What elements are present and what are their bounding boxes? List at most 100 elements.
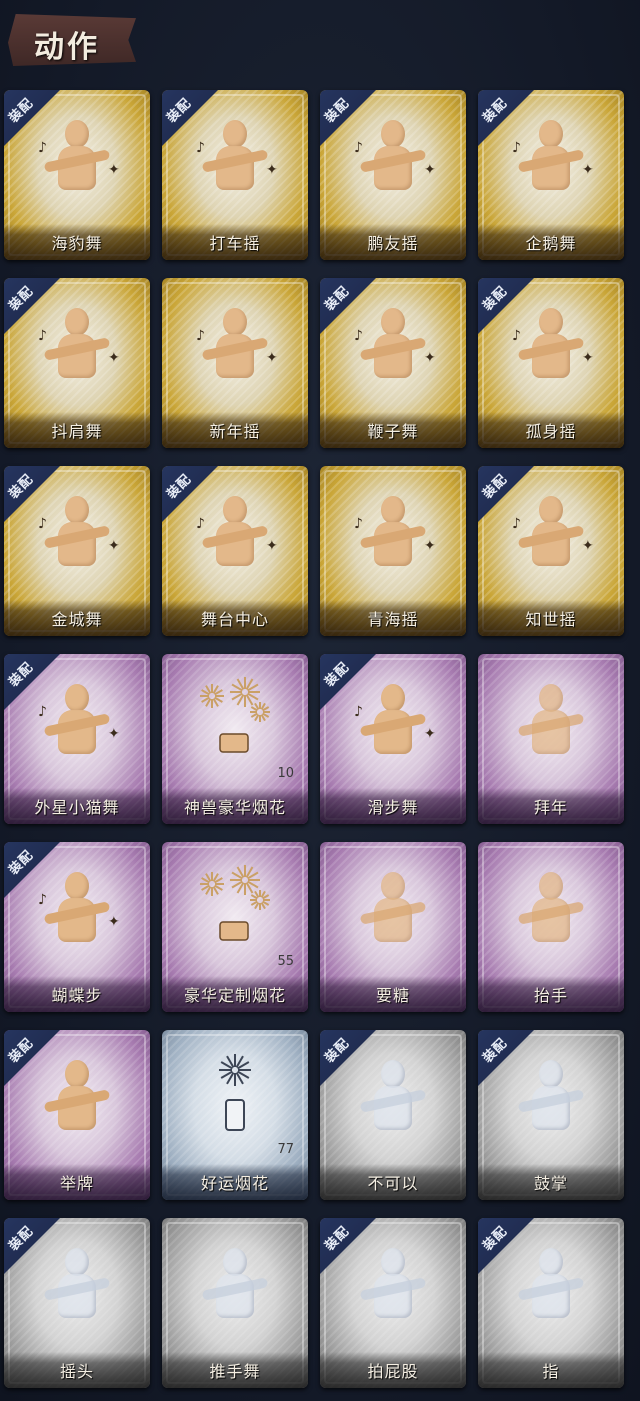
emote-card[interactable]: 装配指 <box>478 1218 624 1388</box>
emote-card[interactable]: 装配 ♪ ✦ 滑步舞 <box>320 654 466 824</box>
dance-figure-icon <box>42 492 112 572</box>
emote-name: 海豹舞 <box>51 234 103 253</box>
emote-name: 推手舞 <box>209 1362 261 1381</box>
item-count: 10 <box>277 766 294 781</box>
sparkle-icon: ✦ <box>108 726 120 742</box>
sparkle-icon: ✦ <box>108 538 120 554</box>
emote-card[interactable]: 装配 拍屁股 <box>320 1218 466 1388</box>
music-note-icon: ♪ <box>38 328 47 344</box>
emote-card[interactable]: 装配 ♪ ✦ 孤身摇 <box>478 278 624 448</box>
music-note-icon: ♪ <box>512 140 521 156</box>
dance-figure-icon <box>358 116 428 196</box>
dance-figure-icon <box>200 116 270 196</box>
emote-card[interactable]: 装配 不可以 <box>320 1030 466 1200</box>
emote-card[interactable]: 装配 举牌 <box>4 1030 150 1200</box>
dance-figure-icon <box>358 1244 428 1324</box>
item-count: 77 <box>277 1142 294 1157</box>
emote-card[interactable]: 装配 ♪ ✦ 金城舞 <box>4 466 150 636</box>
dance-figure-icon <box>200 304 270 384</box>
emote-card[interactable]: 10 神兽豪华烟花 <box>162 654 308 824</box>
emote-name: 抖肩舞 <box>51 422 103 441</box>
music-note-icon: ♪ <box>354 704 363 720</box>
emote-name: 青海摇 <box>367 610 419 629</box>
emote-card[interactable]: 装配 ♪ ✦ 打车摇 <box>162 90 308 260</box>
music-note-icon: ♪ <box>512 516 521 532</box>
dance-figure-icon <box>516 868 586 948</box>
emote-name: 企鹅舞 <box>525 234 577 253</box>
emote-card[interactable]: ♪ ✦ 新年摇 <box>162 278 308 448</box>
dance-figure-icon <box>358 680 428 760</box>
dance-figure-icon <box>42 304 112 384</box>
firework-icon <box>200 865 270 941</box>
music-note-icon: ♪ <box>354 516 363 532</box>
music-note-icon: ♪ <box>196 328 205 344</box>
sparkle-icon: ✦ <box>424 538 436 554</box>
dance-figure-icon <box>200 492 270 572</box>
music-note-icon: ♪ <box>512 328 521 344</box>
sparkle-icon: ✦ <box>266 162 278 178</box>
emote-card[interactable]: ♪ ✦ 青海摇 <box>320 466 466 636</box>
dance-figure-icon <box>358 1056 428 1136</box>
emote-name: 滑步舞 <box>367 798 419 817</box>
emote-card[interactable]: 装配 ♪ ✦ 抖肩舞 <box>4 278 150 448</box>
dance-figure-icon <box>42 868 112 948</box>
sparkle-icon: ✦ <box>424 162 436 178</box>
sparkle-icon: ✦ <box>424 726 436 742</box>
emote-card[interactable]: 装配 ♪ ✦ 知世摇 <box>478 466 624 636</box>
emote-name: 摇头 <box>59 1362 94 1381</box>
emote-name: 神兽豪华烟花 <box>183 798 286 817</box>
emote-name: 鹏友摇 <box>367 234 419 253</box>
emote-card[interactable]: 装配 ♪ ✦ 舞台中心 <box>162 466 308 636</box>
emote-card[interactable]: 装配 摇头 <box>4 1218 150 1388</box>
sign-holder-icon <box>42 1056 112 1136</box>
music-note-icon: ♪ <box>38 516 47 532</box>
dance-figure-icon <box>516 1056 586 1136</box>
music-note-icon: ♪ <box>196 516 205 532</box>
emote-name: 拍屁股 <box>367 1362 419 1381</box>
music-note-icon: ♪ <box>354 328 363 344</box>
dance-figure-icon <box>42 116 112 196</box>
emote-name: 拜年 <box>533 798 568 817</box>
page-title: 动作 <box>34 30 100 65</box>
emote-card[interactable]: 装配 ♪ ✦ 外星小猫舞 <box>4 654 150 824</box>
music-note-icon: ♪ <box>38 892 47 908</box>
dance-figure-icon <box>200 1244 270 1324</box>
emote-name: 舞台中心 <box>200 610 269 629</box>
emote-name: 鞭子舞 <box>367 422 419 441</box>
sparkle-icon: ✦ <box>582 538 594 554</box>
emote-card[interactable]: 装配 ♪ ✦ 鹏友摇 <box>320 90 466 260</box>
emote-name: 抬手 <box>533 986 568 1005</box>
sparkle-icon: ✦ <box>108 350 120 366</box>
emote-card[interactable]: 拜年 <box>478 654 624 824</box>
dance-figure-icon <box>42 680 112 760</box>
emote-name: 鼓掌 <box>533 1174 568 1193</box>
dance-figure-icon <box>516 1244 586 1324</box>
sparkle-icon: ✦ <box>582 162 594 178</box>
emote-name: 指 <box>542 1362 560 1381</box>
emote-card[interactable]: 装配 ♪ ✦ 企鹅舞 <box>478 90 624 260</box>
emote-name: 要糖 <box>375 986 410 1005</box>
header: 动作 <box>0 0 640 80</box>
sparkle-icon: ✦ <box>582 350 594 366</box>
music-note-icon: ♪ <box>38 140 47 156</box>
emote-card[interactable]: 抬手 <box>478 842 624 1012</box>
dance-figure-icon <box>358 304 428 384</box>
emote-card[interactable]: 装配 鼓掌 <box>478 1030 624 1200</box>
emote-card[interactable]: 55 豪华定制烟花 <box>162 842 308 1012</box>
dance-figure-icon <box>358 868 428 948</box>
dance-figure-icon <box>516 116 586 196</box>
emote-name: 好运烟花 <box>200 1174 269 1193</box>
emote-name: 知世摇 <box>525 610 577 629</box>
emote-card[interactable]: 要糖 <box>320 842 466 1012</box>
dance-figure-icon <box>516 680 586 760</box>
dance-figure-icon <box>516 304 586 384</box>
emote-card[interactable]: 推手舞 <box>162 1218 308 1388</box>
emote-name: 蝴蝶步 <box>51 986 103 1005</box>
emote-card[interactable]: 装配 ♪ ✦ 鞭子舞 <box>320 278 466 448</box>
emote-card[interactable]: 77 好运烟花 <box>162 1030 308 1200</box>
sparkle-icon: ✦ <box>108 914 120 930</box>
emote-card[interactable]: 装配 ♪ ✦ 蝴蝶步 <box>4 842 150 1012</box>
emote-name: 金城舞 <box>51 610 103 629</box>
emote-card[interactable]: 装配 ♪ ✦ 海豹舞 <box>4 90 150 260</box>
emote-name: 孤身摇 <box>525 422 577 441</box>
